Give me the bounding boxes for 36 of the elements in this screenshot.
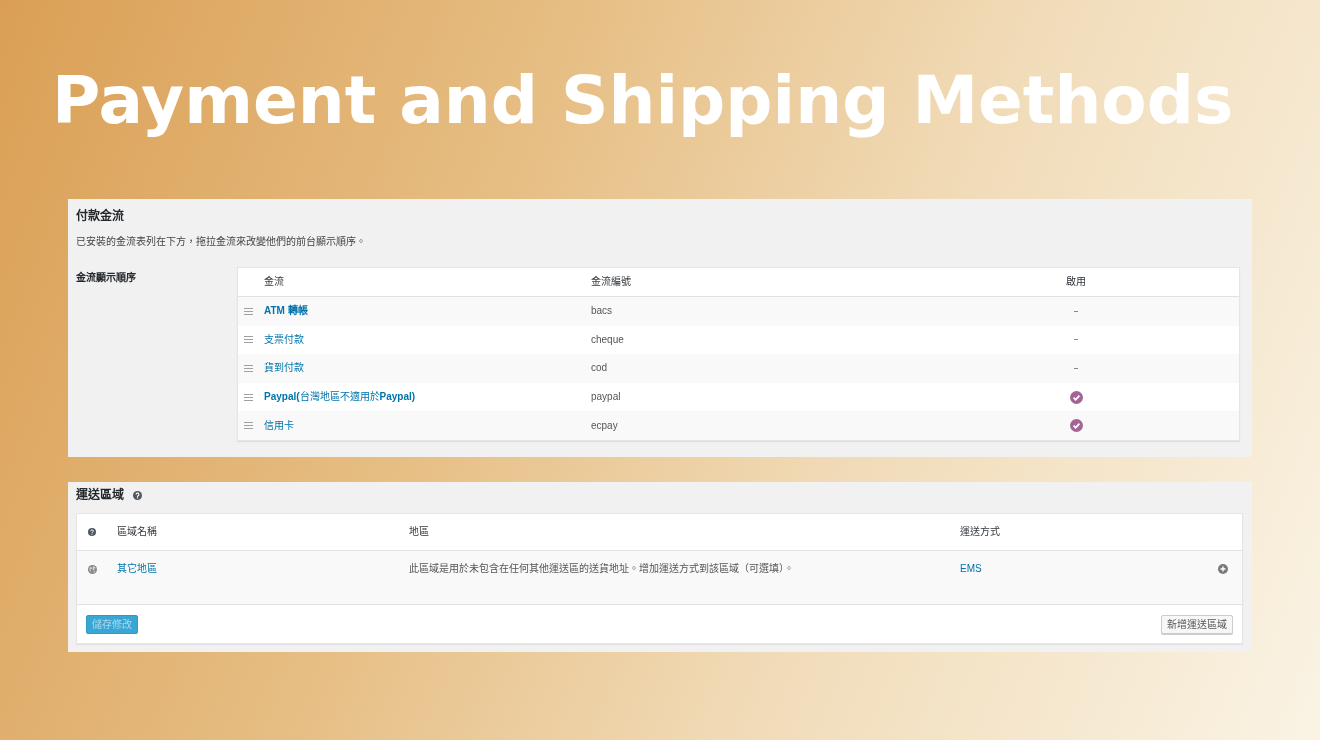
check-circle-icon[interactable] [1069, 419, 1083, 433]
method-id-text: paypal [591, 390, 621, 405]
zone-region-text: 此區域是用於未包含在任何其他運送區的送貨地址。增加運送方式到該區域（可選填）。 [409, 562, 794, 576]
column-header: 啟用 [1066, 275, 1086, 289]
method-id-text: bacs [591, 304, 613, 319]
shipping-method-link[interactable]: EMS [960, 562, 982, 576]
add-zone-button[interactable]: 新增運送區域 [1161, 614, 1233, 634]
panel-heading: 運送區域 [76, 487, 124, 503]
add-circle-icon[interactable] [1218, 564, 1228, 574]
payment-method-link[interactable]: ATM 轉帳 [264, 304, 308, 319]
help-icon [133, 490, 142, 500]
panel-heading: 付款金流 [76, 208, 124, 224]
payment-method-link[interactable]: 貨到付款 [264, 361, 304, 376]
drag-handle-icon[interactable] [244, 336, 253, 344]
drag-handle-icon[interactable] [244, 422, 253, 430]
method-id-text: cod [591, 361, 608, 376]
column-header: 運送方式 [960, 525, 1000, 539]
check-circle-icon[interactable] [1069, 390, 1083, 404]
panel-description: 已安裝的金流表列在下方，拖拉金流來改變他們的前台顯示順序。 [76, 235, 366, 249]
method-id-text: cheque [591, 332, 624, 347]
globe-icon [88, 564, 97, 574]
payment-method-link[interactable]: 信用卡 [264, 418, 294, 433]
drag-handle-icon[interactable] [244, 365, 253, 372]
column-header: 金流編號 [591, 275, 631, 289]
method-id-text: ecpay [591, 418, 618, 433]
drag-handle-icon[interactable] [244, 307, 253, 315]
payment-method-link[interactable]: Paypal(台灣地區不適用於Paypal) [264, 390, 416, 405]
help-icon [88, 528, 96, 536]
column-header: 金流 [264, 275, 284, 289]
page-title: Payment and Shipping Methods [52, 61, 1234, 141]
payment-method-link[interactable]: 支票付款 [264, 332, 304, 347]
zone-name-link[interactable]: 其它地區 [117, 562, 157, 576]
setting-label: 金流顯示順序 [76, 271, 136, 285]
column-header: 區域名稱 [117, 525, 157, 539]
column-header: 地區 [409, 525, 429, 539]
drag-handle-icon[interactable] [244, 393, 253, 401]
